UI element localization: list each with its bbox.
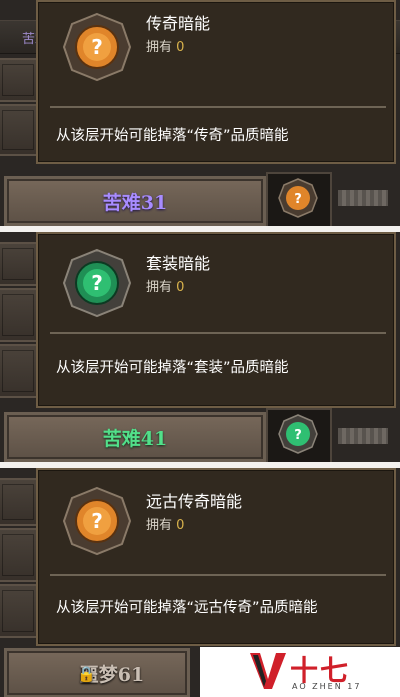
background-tile <box>0 58 40 102</box>
tooltip-set: ? 套装暗能 拥有 0 从该层开始可能掉落“套装”品质暗能 <box>36 232 396 408</box>
difficulty-button[interactable]: 苦难31 <box>4 176 266 226</box>
difficulty-button[interactable]: 🔒 噩梦61 <box>4 648 190 697</box>
tooltip-description: 从该层开始可能掉落“传奇”品质暗能 <box>56 128 289 144</box>
v-logo-icon <box>250 653 286 689</box>
tooltip-divider <box>50 106 386 108</box>
background-tile <box>0 344 40 398</box>
blurred-text <box>338 190 388 206</box>
own-label: 拥有 <box>146 518 173 533</box>
legendary-gem-icon: ? <box>62 12 132 82</box>
blurred-text <box>338 428 388 444</box>
background-tile <box>0 528 40 582</box>
watermark-subtext: AO ZHEN 17 <box>292 682 362 691</box>
own-label: 拥有 <box>146 40 173 55</box>
difficulty-button[interactable]: 苦难41 <box>4 412 266 462</box>
svg-text:?: ? <box>91 271 103 295</box>
own-count: 拥有 0 <box>146 36 184 55</box>
tooltip-title: 套装暗能 <box>146 254 211 273</box>
tooltip-legendary: ? 传奇暗能 拥有 0 从该层开始可能掉落“传奇”品质暗能 <box>36 0 396 164</box>
background-tile <box>0 104 40 156</box>
tooltip-divider <box>50 332 386 334</box>
panel-legendary: 苦难 提升 ? 传奇暗能 拥有 0 从该层开始可能掉落“传奇”品质暗能 苦难31… <box>0 0 400 228</box>
own-number: 0 <box>176 518 185 533</box>
own-count: 拥有 0 <box>146 276 184 295</box>
own-number: 0 <box>176 280 185 295</box>
tooltip-divider <box>50 574 386 576</box>
own-number: 0 <box>176 40 185 55</box>
tooltip-description: 从该层开始可能掉落“套装”品质暗能 <box>56 360 289 376</box>
panel-set: ? 套装暗能 拥有 0 从该层开始可能掉落“套装”品质暗能 苦难41 ? <box>0 232 400 462</box>
lock-icon: 🔒 <box>77 665 96 683</box>
svg-text:?: ? <box>91 509 103 533</box>
set-gem-icon: ? <box>62 248 132 318</box>
svg-text:?: ? <box>294 428 302 443</box>
watermark-logo: 十七 AO ZHEN 17 <box>200 647 400 697</box>
ancient-legendary-gem-icon: ? <box>62 486 132 556</box>
own-label: 拥有 <box>146 280 173 295</box>
set-gem-icon: ? <box>278 414 318 454</box>
tooltip-description: 从该层开始可能掉落“远古传奇”品质暗能 <box>56 600 318 616</box>
legendary-gem-icon: ? <box>278 178 318 218</box>
svg-text:?: ? <box>294 192 302 207</box>
tooltip-title: 远古传奇暗能 <box>146 492 243 511</box>
background-tile <box>0 288 40 342</box>
tooltip-ancient-legendary: ? 远古传奇暗能 拥有 0 从该层开始可能掉落“远古传奇”品质暗能 <box>36 468 396 646</box>
background-tile <box>0 478 40 526</box>
background-tile <box>0 242 40 286</box>
own-count: 拥有 0 <box>146 514 184 533</box>
background-tile <box>0 584 40 638</box>
tooltip-title: 传奇暗能 <box>146 14 211 33</box>
svg-text:?: ? <box>91 35 103 59</box>
